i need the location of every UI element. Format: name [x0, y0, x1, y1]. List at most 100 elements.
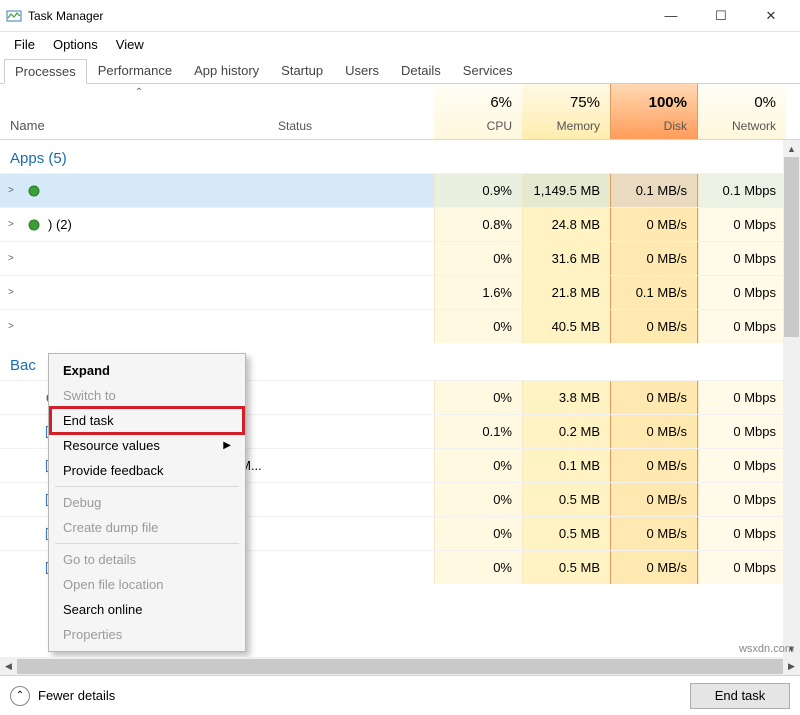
- scroll-right-icon[interactable]: ▶: [783, 658, 800, 675]
- tab-performance[interactable]: Performance: [87, 58, 183, 83]
- chevron-right-icon[interactable]: >: [8, 321, 20, 332]
- cell-net: 0 Mbps: [698, 208, 786, 241]
- cell-net: 0 Mbps: [698, 276, 786, 309]
- scroll-thumb[interactable]: [784, 157, 799, 337]
- vertical-scrollbar[interactable]: ▲ ▼: [783, 140, 800, 657]
- menu-file[interactable]: File: [6, 35, 43, 54]
- tab-startup[interactable]: Startup: [270, 58, 334, 83]
- cell-disk: 0.1 MB/s: [610, 174, 698, 207]
- cell-mem: 0.5 MB: [522, 517, 610, 550]
- cell-cpu: 0.8%: [434, 208, 522, 241]
- scroll-up-icon[interactable]: ▲: [783, 140, 800, 157]
- process-icon: [26, 285, 42, 301]
- chevron-right-icon[interactable]: >: [8, 185, 20, 196]
- menu-bar: File Options View: [0, 32, 800, 56]
- ctx-resource-values[interactable]: Resource values ▶: [51, 433, 243, 458]
- ctx-debug: Debug: [51, 490, 243, 515]
- watermark: wsxdn.com: [739, 643, 794, 655]
- cell-net: 0 Mbps: [698, 551, 786, 584]
- title-bar: Task Manager — ☐ ✕: [0, 0, 800, 32]
- cell-disk: 0 MB/s: [610, 483, 698, 516]
- process-icon: [26, 251, 42, 267]
- ctx-end-task[interactable]: End task: [51, 408, 243, 433]
- ctx-open-file-location: Open file location: [51, 572, 243, 597]
- ctx-expand[interactable]: Expand: [51, 358, 243, 383]
- cell-disk: 0 MB/s: [610, 449, 698, 482]
- header-cpu[interactable]: 6% CPU: [434, 84, 522, 139]
- cell-cpu: 0%: [434, 381, 522, 414]
- ctx-switch-to: Switch to: [51, 383, 243, 408]
- process-icon: [26, 319, 42, 335]
- section-apps[interactable]: Apps (5): [0, 140, 800, 173]
- menu-view[interactable]: View: [108, 35, 152, 54]
- cell-net: 0 Mbps: [698, 381, 786, 414]
- window-title: Task Manager: [28, 9, 656, 23]
- chevron-right-icon[interactable]: >: [8, 253, 20, 264]
- cell-mem: 40.5 MB: [522, 310, 610, 343]
- header-cpu-pct: 6%: [490, 94, 512, 111]
- cell-net: 0 Mbps: [698, 242, 786, 275]
- cell-mem: 24.8 MB: [522, 208, 610, 241]
- header-net-lbl: Network: [732, 119, 776, 133]
- chevron-right-icon[interactable]: >: [8, 219, 20, 230]
- ctx-go-to-details: Go to details: [51, 547, 243, 572]
- cell-cpu: 0%: [434, 449, 522, 482]
- ctx-separator: [55, 486, 239, 487]
- cell-cpu: 0%: [434, 483, 522, 516]
- table-row[interactable]: >0.9%1,149.5 MB0.1 MB/s0.1 Mbps: [0, 173, 800, 207]
- maximize-button[interactable]: ☐: [706, 3, 736, 29]
- cell-cpu: 0%: [434, 310, 522, 343]
- menu-options[interactable]: Options: [45, 35, 106, 54]
- header-network[interactable]: 0% Network: [698, 84, 786, 139]
- ctx-resource-values-label: Resource values: [63, 438, 160, 453]
- table-row[interactable]: >0%40.5 MB0 MB/s0 Mbps: [0, 309, 800, 343]
- horizontal-scrollbar[interactable]: ◀ ▶: [0, 657, 800, 675]
- cell-disk: 0 MB/s: [610, 517, 698, 550]
- cell-mem: 0.1 MB: [522, 449, 610, 482]
- cell-mem: 0.5 MB: [522, 483, 610, 516]
- cell-cpu: 0.9%: [434, 174, 522, 207]
- scroll-left-icon[interactable]: ◀: [0, 658, 17, 675]
- cell-net: 0 Mbps: [698, 517, 786, 550]
- cell-cpu: 0%: [434, 517, 522, 550]
- header-disk-lbl: Disk: [664, 119, 687, 133]
- tab-bar: Processes Performance App history Startu…: [0, 56, 800, 84]
- table-row[interactable]: >1.6%21.8 MB0.1 MB/s0 Mbps: [0, 275, 800, 309]
- header-status[interactable]: Status: [278, 84, 434, 139]
- context-menu: Expand Switch to End task Resource value…: [48, 353, 246, 652]
- header-net-pct: 0%: [754, 94, 776, 111]
- header-memory[interactable]: 75% Memory: [522, 84, 610, 139]
- header-disk[interactable]: 100% Disk: [610, 84, 698, 139]
- cell-net: 0 Mbps: [698, 310, 786, 343]
- process-list: Apps (5) >0.9%1,149.5 MB0.1 MB/s0.1 Mbps…: [0, 140, 800, 657]
- tab-services[interactable]: Services: [452, 58, 524, 83]
- app-icon: [6, 8, 22, 24]
- cell-cpu: 0%: [434, 242, 522, 275]
- table-row[interactable]: >0%31.6 MB0 MB/s0 Mbps: [0, 241, 800, 275]
- ctx-search-online[interactable]: Search online: [51, 597, 243, 622]
- tab-details[interactable]: Details: [390, 58, 452, 83]
- end-task-button[interactable]: End task: [690, 683, 790, 709]
- process-name: ) (2): [48, 217, 72, 232]
- cell-net: 0 Mbps: [698, 415, 786, 448]
- ctx-separator: [55, 543, 239, 544]
- header-mem-pct: 75%: [570, 94, 600, 111]
- tab-apphistory[interactable]: App history: [183, 58, 270, 83]
- minimize-button[interactable]: —: [656, 3, 686, 29]
- cell-disk: 0 MB/s: [610, 208, 698, 241]
- cell-mem: 31.6 MB: [522, 242, 610, 275]
- chevron-right-icon[interactable]: >: [8, 287, 20, 298]
- close-button[interactable]: ✕: [756, 3, 786, 29]
- tab-users[interactable]: Users: [334, 58, 390, 83]
- header-name[interactable]: ⌃ Name: [0, 84, 278, 139]
- cell-cpu: 1.6%: [434, 276, 522, 309]
- cell-disk: 0 MB/s: [610, 310, 698, 343]
- hscroll-thumb[interactable]: [17, 659, 783, 674]
- cell-mem: 21.8 MB: [522, 276, 610, 309]
- tab-processes[interactable]: Processes: [4, 59, 87, 84]
- ctx-provide-feedback[interactable]: Provide feedback: [51, 458, 243, 483]
- fewer-details-button[interactable]: ⌃ Fewer details: [10, 686, 115, 706]
- table-row[interactable]: > ) (2) 0.8%24.8 MB0 MB/s0 Mbps: [0, 207, 800, 241]
- cell-cpu: 0%: [434, 551, 522, 584]
- fewer-details-label: Fewer details: [38, 688, 115, 703]
